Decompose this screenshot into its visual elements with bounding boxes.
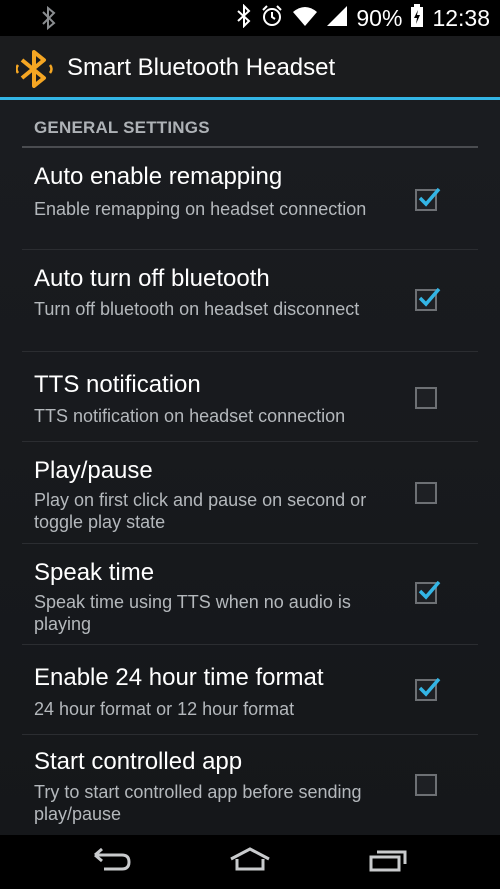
pref-title: TTS notification — [34, 371, 201, 398]
action-bar: Smart Bluetooth Headset — [0, 36, 500, 100]
battery-charging-icon — [410, 3, 424, 33]
navigation-bar — [0, 835, 500, 889]
pref-summary: TTS notification on headset connection — [34, 406, 346, 426]
checkbox[interactable] — [415, 677, 441, 701]
home-icon[interactable] — [228, 847, 272, 878]
checkmark-icon — [418, 287, 441, 307]
pref-speak-time[interactable]: Speak time Speak time using TTS when no … — [22, 545, 478, 645]
pref-start-controlled-app[interactable]: Start controlled app Try to start contro… — [22, 736, 478, 835]
settings-list[interactable]: GENERAL SETTINGS Auto enable remapping E… — [0, 100, 500, 835]
pref-title: Start controlled app — [34, 748, 243, 775]
checkbox[interactable] — [415, 482, 437, 504]
checkmark-icon — [418, 580, 441, 600]
clock: 12:38 — [432, 4, 490, 31]
battery-percent: 90% — [356, 4, 403, 31]
pref-enable-24-hour-format[interactable]: Enable 24 hour time format 24 hour forma… — [22, 646, 478, 735]
checkmark-icon — [418, 187, 441, 207]
bluetooth-icon — [40, 5, 58, 36]
recent-apps-icon[interactable] — [368, 847, 408, 878]
checkbox[interactable] — [415, 580, 441, 604]
pref-summary: Turn off bluetooth on headset disconnect — [34, 299, 360, 319]
checkmark-icon — [418, 677, 441, 697]
bluetooth-app-icon[interactable] — [15, 50, 56, 93]
app-title: Smart Bluetooth Headset — [67, 54, 336, 81]
status-bar: 90% 12:38 — [0, 0, 500, 36]
pref-play-pause[interactable]: Play/pause Play on first click and pause… — [22, 443, 478, 544]
pref-summary: Play on first click and pause on second … — [34, 490, 367, 532]
signal-icon — [326, 5, 348, 32]
pref-summary: 24 hour format or 12 hour format — [34, 699, 295, 719]
section-header-label: GENERAL SETTINGS — [34, 118, 210, 137]
pref-summary: Enable remapping on headset connection — [34, 199, 367, 219]
alarm-icon — [260, 4, 284, 33]
section-header: GENERAL SETTINGS — [22, 116, 478, 148]
bluetooth-icon — [236, 3, 252, 33]
pref-title: Auto turn off bluetooth — [34, 265, 270, 292]
checkbox[interactable] — [415, 387, 437, 409]
pref-auto-enable-remapping[interactable]: Auto enable remapping Enable remapping o… — [22, 149, 478, 250]
checkbox[interactable] — [415, 187, 441, 211]
wifi-icon — [292, 5, 318, 32]
pref-auto-turn-off-bluetooth[interactable]: Auto turn off bluetooth Turn off bluetoo… — [22, 251, 478, 352]
pref-title: Play/pause — [34, 457, 153, 484]
back-icon[interactable] — [92, 847, 132, 878]
pref-title: Enable 24 hour time format — [34, 664, 324, 691]
pref-summary: Speak time using TTS when no audio is pl… — [34, 592, 351, 634]
pref-title: Speak time — [34, 559, 155, 586]
pref-tts-notification[interactable]: TTS notification TTS notification on hea… — [22, 353, 478, 442]
checkbox[interactable] — [415, 287, 441, 311]
pref-summary: Try to start controlled app before sendi… — [34, 782, 362, 824]
checkbox[interactable] — [415, 774, 437, 796]
pref-title: Auto enable remapping — [34, 163, 283, 190]
